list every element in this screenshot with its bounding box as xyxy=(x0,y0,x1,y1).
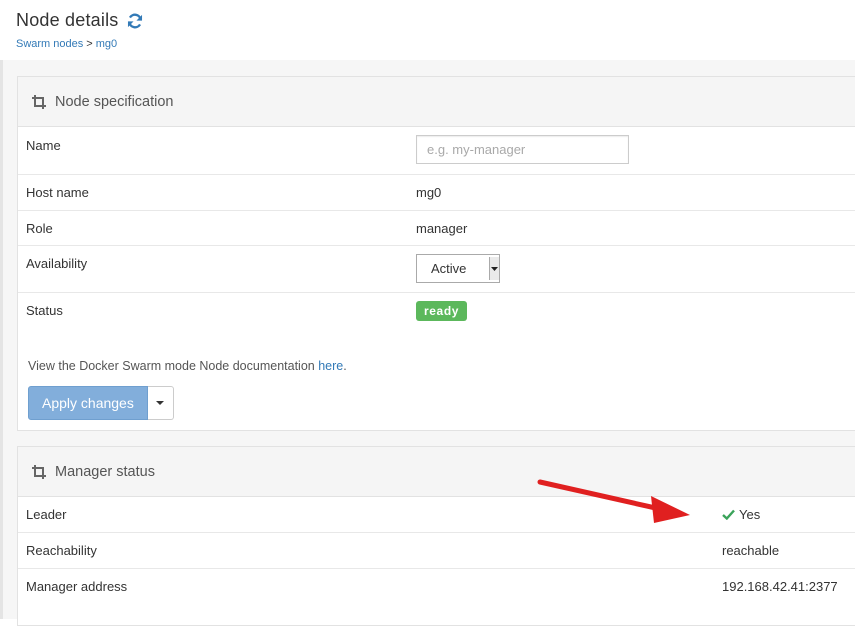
name-label: Name xyxy=(26,138,61,153)
name-input[interactable] xyxy=(416,135,629,164)
documentation-link[interactable]: here xyxy=(318,359,343,373)
reachability-value: reachable xyxy=(722,543,780,558)
page-title: Node details xyxy=(16,10,119,30)
breadcrumb-separator: > xyxy=(86,38,93,50)
page-header: Node details Swarm nodes > mg0 xyxy=(16,10,144,50)
refresh-icon[interactable] xyxy=(126,12,144,30)
manager-status-header: Manager status xyxy=(18,447,855,497)
availability-selected-value: Active xyxy=(431,261,467,276)
leader-row: Leader Yes xyxy=(18,497,855,533)
status-label: Status xyxy=(26,303,63,318)
check-icon xyxy=(722,509,735,520)
manager-address-value: 192.168.42.41:2377 xyxy=(722,579,838,594)
apply-changes-button-group: Apply changes xyxy=(28,386,174,420)
documentation-text-prefix: View the Docker Swarm mode Node document… xyxy=(28,359,319,373)
content-area: Node specification Name Host name mg0 Ro… xyxy=(0,60,855,626)
apply-changes-button[interactable]: Apply changes xyxy=(28,386,148,420)
node-specification-widget: Node specification Name Host name mg0 Ro… xyxy=(17,76,855,431)
leader-label: Leader xyxy=(26,507,67,522)
manager-status-widget: Manager status Leader Yes Reachability r… xyxy=(17,446,855,626)
select-arrow xyxy=(489,257,499,280)
host-name-row: Host name mg0 xyxy=(18,175,855,211)
reachability-label: Reachability xyxy=(26,543,97,558)
role-row: Role manager xyxy=(18,211,855,246)
manager-status-title: Manager status xyxy=(55,463,155,480)
name-row: Name xyxy=(18,127,855,175)
role-value: manager xyxy=(416,221,468,236)
documentation-text: View the Docker Swarm mode Node document… xyxy=(28,359,347,373)
availability-label: Availability xyxy=(26,256,88,271)
node-specification-header: Node specification xyxy=(18,77,855,127)
status-row: Status ready xyxy=(18,293,855,349)
page-title-row: Node details xyxy=(16,10,144,31)
caret-down-icon xyxy=(491,266,498,271)
availability-row: Availability Active xyxy=(18,246,855,293)
breadcrumb-current: mg0 xyxy=(95,38,118,50)
reachability-row: Reachability reachable xyxy=(18,533,855,569)
status-badge: ready xyxy=(416,301,468,321)
node-specification-title: Node specification xyxy=(55,93,174,110)
host-name-label: Host name xyxy=(26,185,89,200)
breadcrumb: Swarm nodes > mg0 xyxy=(16,38,144,50)
crop-icon xyxy=(32,94,46,109)
availability-select[interactable]: Active xyxy=(416,254,500,283)
leader-value: Yes xyxy=(722,507,760,522)
manager-address-row: Manager address 192.168.42.41:2377 xyxy=(18,569,855,605)
host-name-value: mg0 xyxy=(416,185,442,200)
caret-down-icon xyxy=(156,401,165,405)
crop-icon xyxy=(32,464,46,479)
role-label: Role xyxy=(26,221,53,236)
documentation-text-period: . xyxy=(343,359,347,373)
breadcrumb-swarm-nodes-link[interactable]: Swarm nodes xyxy=(16,38,83,50)
apply-options-dropdown-button[interactable] xyxy=(147,386,174,420)
leader-value-text: Yes xyxy=(739,507,761,522)
manager-address-label: Manager address xyxy=(26,579,128,594)
